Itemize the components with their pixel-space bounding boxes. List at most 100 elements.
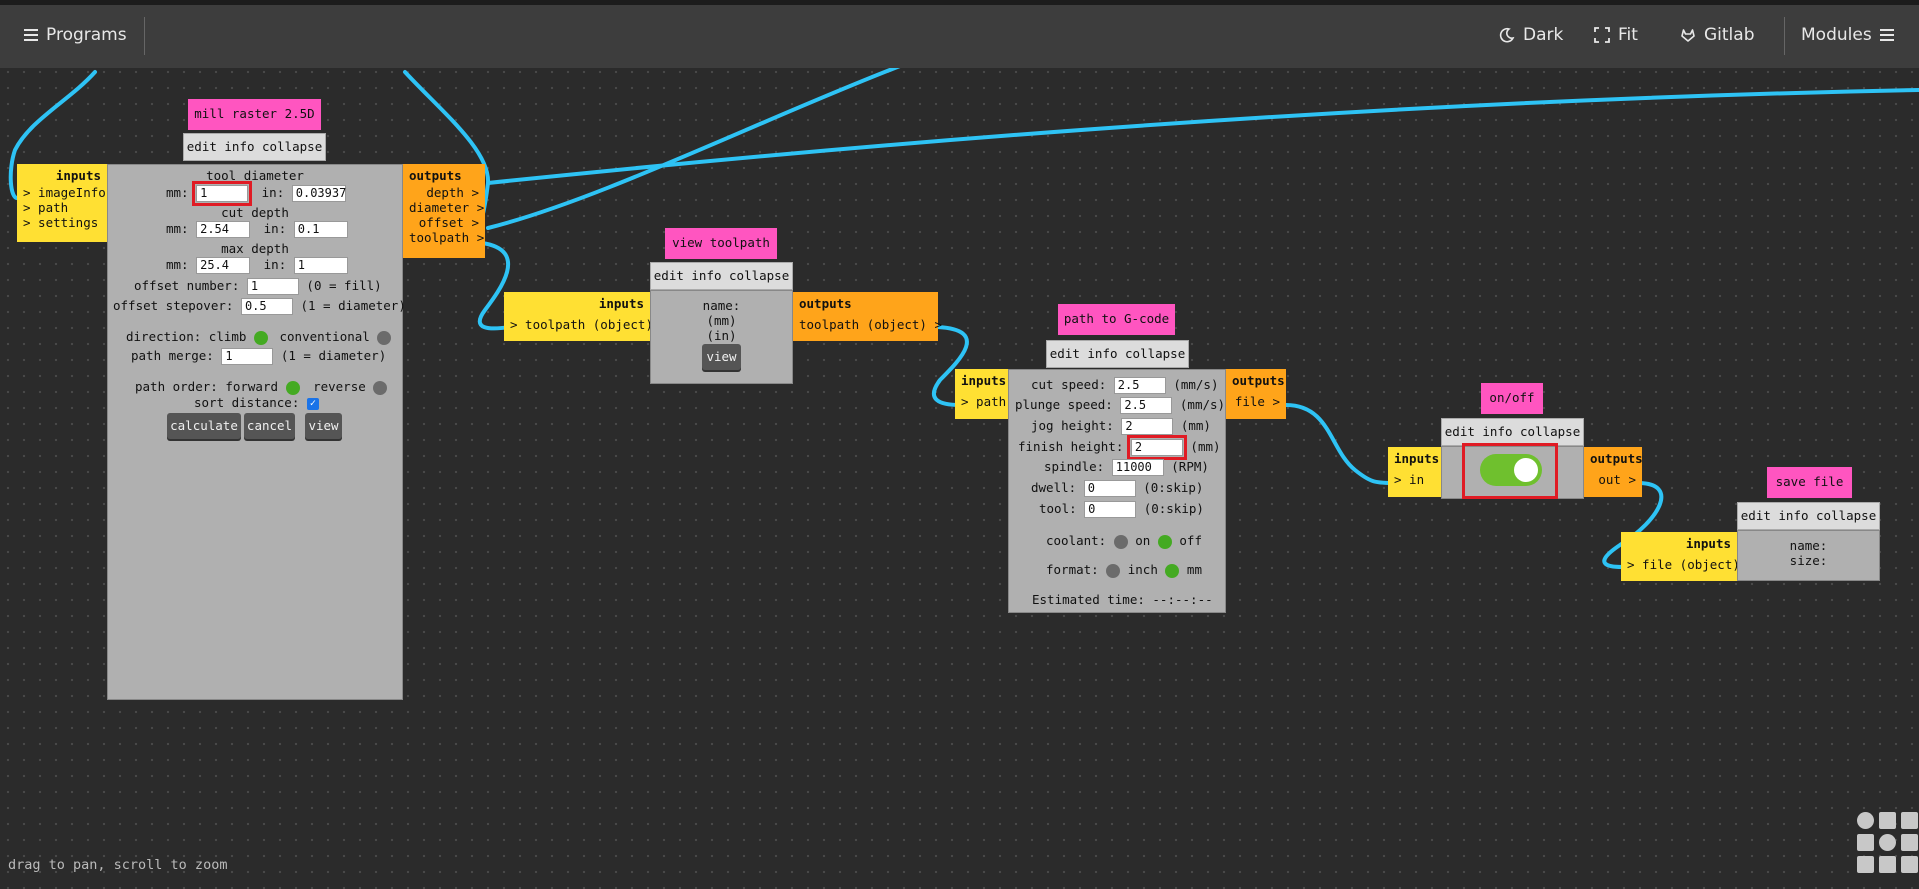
port-diameter[interactable]: diameter > — [409, 200, 484, 215]
mm-unit: (mm) — [1180, 418, 1211, 433]
gitlab-link[interactable]: Gitlab — [1680, 25, 1755, 45]
dwell-input[interactable]: 0 — [1083, 480, 1136, 497]
programs-menu[interactable]: Programs — [24, 25, 127, 45]
path-to-gcode-title[interactable]: path to G-code — [1058, 304, 1175, 335]
gitlab-label: Gitlab — [1704, 25, 1755, 45]
format-mm-radio[interactable] — [1165, 563, 1180, 578]
outputs-header: outputs — [1590, 451, 1643, 466]
onoff-inputs-panel: inputs > in — [1388, 447, 1441, 497]
finish-height-row: finish height: 2 (mm) — [1018, 435, 1221, 460]
estimated-time: Estimated time: --:--:-- — [1032, 592, 1213, 607]
cancel-button[interactable]: cancel — [244, 413, 295, 439]
cut-depth-mm-input[interactable]: 2.54 — [196, 221, 251, 238]
modules-label: Modules — [1801, 25, 1872, 45]
in-label: in: — [263, 257, 287, 272]
tool-row: tool: 0 (0:skip) — [1039, 501, 1204, 518]
tool-input[interactable]: 0 — [1084, 501, 1137, 518]
port-in[interactable]: > in — [1394, 472, 1435, 487]
format-inch-radio[interactable] — [1106, 563, 1121, 578]
gcode-edit-info-collapse[interactable]: edit info collapse — [1046, 340, 1189, 368]
port-offset[interactable]: offset > — [409, 215, 479, 230]
format-label: format: — [1046, 562, 1099, 577]
port-file-object[interactable]: > file (object) — [1627, 557, 1740, 572]
path-merge-label: path merge: — [131, 348, 214, 363]
calculate-button[interactable]: calculate — [167, 413, 241, 439]
port-imageinfo[interactable]: > imageInfo — [23, 185, 106, 200]
port-depth[interactable]: depth > — [409, 185, 479, 200]
sort-distance-label: sort distance: — [194, 395, 300, 410]
port-out[interactable]: out > — [1590, 472, 1636, 487]
max-depth-row: mm: 25.4 in: 1 — [166, 257, 348, 274]
max-depth-in-input[interactable]: 1 — [293, 257, 348, 274]
mm-label: mm: — [166, 221, 189, 236]
onoff-title[interactable]: on/off — [1481, 383, 1543, 414]
mm-unit: (mm) — [706, 313, 737, 328]
reverse-radio[interactable] — [373, 380, 388, 395]
view-toolpath-button[interactable]: view — [702, 344, 741, 370]
in-unit: (in) — [706, 328, 737, 343]
forward-radio[interactable] — [285, 380, 300, 395]
mill-edit-info-collapse[interactable]: edit info collapse — [183, 133, 326, 161]
spindle-label: spindle: — [1044, 459, 1105, 474]
spindle-input[interactable]: 11000 — [1111, 459, 1164, 476]
offset-stepover-input[interactable]: 0.5 — [240, 298, 293, 315]
savefile-edit-info-collapse[interactable]: edit info collapse — [1737, 502, 1880, 530]
jog-height-input[interactable]: 2 — [1121, 418, 1174, 435]
path-order-label: path order: — [135, 379, 218, 394]
coolant-on-radio[interactable] — [1113, 534, 1128, 549]
port-settings[interactable]: > settings — [23, 215, 101, 230]
inputs-header: inputs — [1685, 536, 1731, 551]
climb-radio[interactable] — [253, 330, 268, 345]
savefile-inputs-panel: inputs > file (object) — [1621, 532, 1740, 581]
plunge-speed-row: plunge speed: 2.5 (mm/s) — [1015, 397, 1225, 414]
mill-outputs-panel: outputs depth > diameter > offset > tool… — [403, 164, 485, 258]
port-file[interactable]: file > — [1232, 394, 1280, 409]
onoff-edit-info-collapse[interactable]: edit info collapse — [1441, 418, 1584, 446]
offset-number-input[interactable]: 1 — [246, 278, 299, 295]
dark-mode-button[interactable]: Dark — [1499, 25, 1563, 45]
dark-label: Dark — [1523, 25, 1564, 45]
port-path[interactable]: > path — [23, 200, 101, 215]
modules-menu[interactable]: Modules — [1801, 25, 1894, 45]
tool-label: tool: — [1039, 501, 1077, 516]
finish-height-label: finish height: — [1018, 439, 1124, 454]
mm-label: mm: — [166, 185, 189, 200]
offset-stepover-row: offset stepover: 0.5 (1 = diameter) — [113, 298, 406, 315]
view-toolpath-title[interactable]: view toolpath — [665, 228, 777, 259]
coolant-off-radio[interactable] — [1157, 534, 1172, 549]
tool-diameter-mm-input[interactable]: 1 — [192, 181, 253, 206]
speed-unit: (mm/s) — [1179, 397, 1226, 412]
speed-unit: (mm/s) — [1173, 377, 1219, 392]
plunge-speed-label: plunge speed: — [1015, 397, 1113, 412]
inputs-header: inputs — [961, 373, 1007, 388]
finish-height-input[interactable]: 2 — [1126, 435, 1187, 460]
savefile-info: name: size: — [1737, 538, 1880, 568]
max-depth-mm-input[interactable]: 25.4 — [196, 257, 251, 274]
fit-button[interactable]: Fit — [1594, 25, 1638, 45]
direction-row: direction: climb conventional — [126, 329, 392, 345]
spindle-row: spindle: 11000 (RPM) — [1044, 459, 1209, 476]
toggle-knob — [1514, 458, 1538, 482]
path-merge-input[interactable]: 1 — [221, 348, 274, 365]
cut-depth-in-input[interactable]: 0.1 — [293, 221, 348, 238]
save-file-title[interactable]: save file — [1767, 467, 1852, 498]
view-button[interactable]: view — [305, 413, 342, 439]
tool-diameter-in-input[interactable]: 0.03937 — [291, 185, 346, 202]
viewtp-outputs-panel: outputs toolpath (object) > — [793, 292, 942, 341]
onoff-toggle-switch[interactable] — [1480, 454, 1542, 486]
plunge-speed-input[interactable]: 2.5 — [1120, 397, 1173, 414]
mill-raster-title[interactable]: mill raster 2.5D — [188, 99, 321, 130]
conventional-radio[interactable] — [377, 330, 392, 345]
hamburger-icon — [1879, 29, 1894, 41]
path-order-row: path order: forward reverse — [135, 379, 388, 395]
port-toolpath[interactable]: toolpath > — [409, 230, 484, 245]
port-toolpath-object[interactable]: > toolpath (object) — [510, 317, 653, 332]
status-hint: drag to pan, scroll to zoom — [8, 857, 228, 873]
format-row: format: inch mm — [1046, 562, 1202, 578]
port-toolpath-object-out[interactable]: toolpath (object) > — [799, 317, 942, 332]
port-path[interactable]: > path — [961, 394, 1006, 409]
cut-speed-input[interactable]: 2.5 — [1113, 377, 1166, 394]
offset-number-hint: (0 = fill) — [306, 278, 382, 293]
sort-distance-checkbox[interactable]: ✓ — [306, 397, 319, 410]
viewtp-edit-info-collapse[interactable]: edit info collapse — [650, 262, 793, 290]
